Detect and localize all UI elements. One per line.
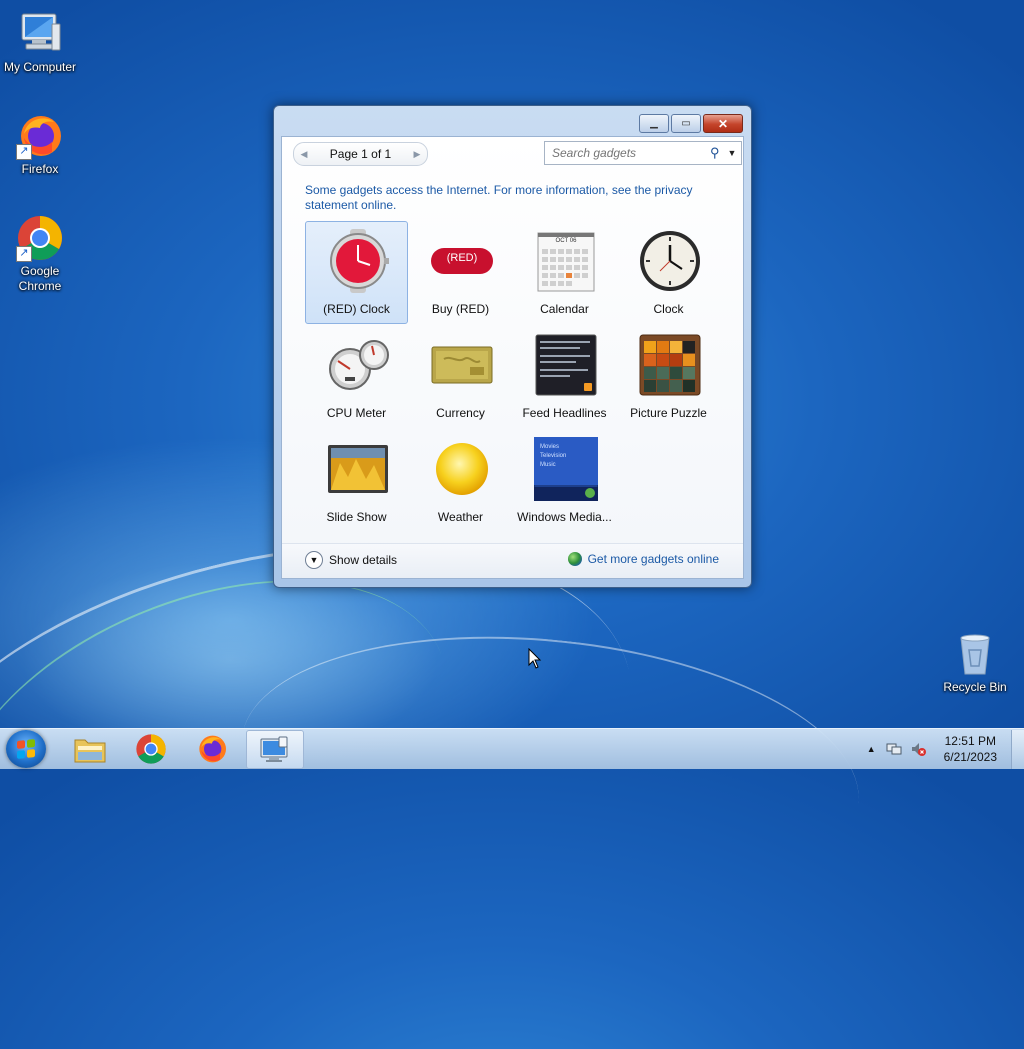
volume-muted-icon[interactable] — [910, 741, 926, 757]
shortcut-arrow-icon: ↗ — [16, 246, 32, 262]
computer-icon — [16, 10, 64, 58]
minimize-icon: ▁ — [650, 118, 658, 129]
desktop-icon-label: Firefox — [21, 162, 59, 176]
restore-icon: ▭ — [681, 118, 691, 129]
picture-puzzle-icon — [639, 334, 701, 396]
taskbar: ▲ 12:51 PM 6/21/2023 — [0, 728, 1024, 769]
privacy-notice-link[interactable]: Some gadgets access the Internet. For mo… — [305, 183, 705, 213]
clock-date: 6/21/2023 — [943, 750, 997, 764]
gadget-label: Picture Puzzle — [630, 406, 707, 420]
desktop-icon-label: My Computer — [3, 60, 77, 74]
clock-time: 12:51 PM — [944, 734, 996, 748]
taskbar-google-chrome[interactable] — [123, 730, 179, 767]
page-indicator: Page 1 of 1 — [329, 147, 392, 161]
desktop-icon-recycle-bin[interactable]: Recycle Bin — [935, 630, 1015, 695]
show-hidden-icons-chevron-up-icon[interactable]: ▲ — [867, 744, 876, 754]
close-button[interactable]: ✕ — [703, 114, 743, 133]
mouse-cursor-icon — [528, 648, 542, 669]
gadget-cpu-meter[interactable]: CPU Meter — [305, 325, 408, 428]
gadget-label: Clock — [653, 302, 684, 316]
recycle-bin-icon — [951, 630, 999, 678]
gadget-label: Feed Headlines — [522, 406, 607, 420]
folder-icon — [74, 739, 106, 762]
desktop-icon-firefox[interactable]: ↗ Firefox — [0, 112, 80, 177]
weather-sun-icon — [436, 443, 488, 495]
get-more-gadgets-label: Get more gadgets online — [587, 552, 719, 566]
gadget-label: Currency — [436, 406, 485, 420]
currency-icon — [431, 346, 493, 384]
gadget-label: Weather — [437, 510, 484, 524]
taskbar-clock[interactable]: 12:51 PM 6/21/2023 — [944, 733, 997, 765]
gallery-footer: ▼ Show details Get more gadgets online — [282, 543, 743, 578]
media-menu-item: Movies — [540, 444, 560, 450]
previous-page-icon[interactable]: ◀ — [294, 149, 314, 160]
gadgets-window: ▁ ▭ ✕ ◀ Page 1 of 1 ▶ ⚲ ▼ Some gadgets a… — [273, 105, 752, 588]
page-navigator: ◀ Page 1 of 1 ▶ — [293, 142, 428, 166]
gadget-label: (RED) Clock — [323, 302, 390, 316]
clock-icon — [640, 231, 700, 291]
gadget-picture-puzzle[interactable]: Picture Puzzle — [617, 325, 720, 428]
desktop-icon-label: Recycle Bin — [943, 680, 1007, 694]
minimize-button[interactable]: ▁ — [639, 114, 669, 133]
gadget-calendar[interactable]: OCT 06 Calendar — [513, 221, 616, 324]
gadget-weather[interactable]: Weather — [409, 429, 512, 532]
taskbar-gadgets-window[interactable] — [246, 730, 304, 769]
shortcut-arrow-icon: ↗ — [16, 144, 32, 160]
get-more-gadgets-link[interactable]: Get more gadgets online — [567, 552, 719, 566]
show-details-toggle[interactable]: ▼ Show details — [305, 551, 397, 569]
desktop-icon-my-computer[interactable]: My Computer — [0, 10, 80, 75]
buy-red-badge: (RED) — [446, 252, 478, 264]
chrome-icon — [136, 733, 166, 764]
cpu-meter-icon — [329, 340, 389, 390]
show-desktop-button[interactable] — [1011, 729, 1024, 769]
close-icon: ✕ — [717, 116, 729, 131]
start-button[interactable] — [6, 730, 46, 768]
gadget-label: Buy (RED) — [431, 302, 490, 316]
gadget-clock[interactable]: Clock — [617, 221, 720, 324]
search-box: ⚲ ▼ — [544, 141, 742, 165]
next-page-icon[interactable]: ▶ — [407, 149, 427, 160]
taskbar-file-explorer[interactable] — [62, 730, 118, 767]
chevron-down-icon[interactable]: ▼ — [728, 148, 737, 158]
search-icon[interactable]: ⚲ — [710, 145, 720, 161]
media-center-menu: Movies Television Music — [540, 443, 566, 470]
search-input[interactable] — [550, 145, 704, 161]
gadget-label: Calendar — [540, 302, 589, 316]
window-controls: ▁ ▭ ✕ — [639, 114, 743, 133]
maximize-button[interactable]: ▭ — [671, 114, 701, 133]
taskbar-firefox[interactable] — [184, 730, 240, 767]
gadget-currency[interactable]: Currency — [409, 325, 512, 428]
gadget-slide-show[interactable]: Slide Show — [305, 429, 408, 532]
chevron-down-icon: ▼ — [305, 551, 323, 569]
system-tray: ▲ 12:51 PM 6/21/2023 — [867, 729, 1024, 769]
gadget-windows-media-center[interactable]: Movies Television Music Windows Media... — [513, 429, 616, 532]
firefox-icon — [199, 735, 226, 762]
media-menu-item: Television — [540, 453, 567, 459]
gadget-label: Windows Media... — [517, 510, 612, 524]
gadget-gallery-panel: ◀ Page 1 of 1 ▶ ⚲ ▼ Some gadgets access … — [281, 136, 744, 579]
firefox-icon: ↗ — [16, 112, 64, 160]
gadget-buy-red[interactable]: (RED) Buy (RED) — [409, 221, 512, 324]
chrome-icon: ↗ — [16, 214, 64, 262]
slide-show-icon — [328, 445, 388, 493]
desktop-icon-google-chrome[interactable]: ↗ Google Chrome — [0, 214, 80, 294]
gadget-red-clock[interactable]: (RED) Clock — [305, 221, 408, 324]
show-details-label: Show details — [329, 553, 398, 567]
media-menu-item: Music — [540, 462, 556, 468]
globe-icon — [567, 552, 582, 566]
gadgets-app-icon — [260, 736, 288, 762]
gadget-label: Slide Show — [326, 510, 387, 524]
gadget-feed-headlines[interactable]: Feed Headlines — [513, 325, 616, 428]
gadget-label: CPU Meter — [326, 406, 387, 420]
network-icon[interactable] — [886, 741, 902, 757]
red-clock-icon — [330, 229, 389, 293]
windows-logo-icon — [17, 739, 35, 759]
desktop-icon-label: Google Chrome — [18, 264, 62, 293]
calendar-month: OCT 06 — [555, 238, 577, 244]
feed-headlines-icon — [535, 334, 597, 396]
